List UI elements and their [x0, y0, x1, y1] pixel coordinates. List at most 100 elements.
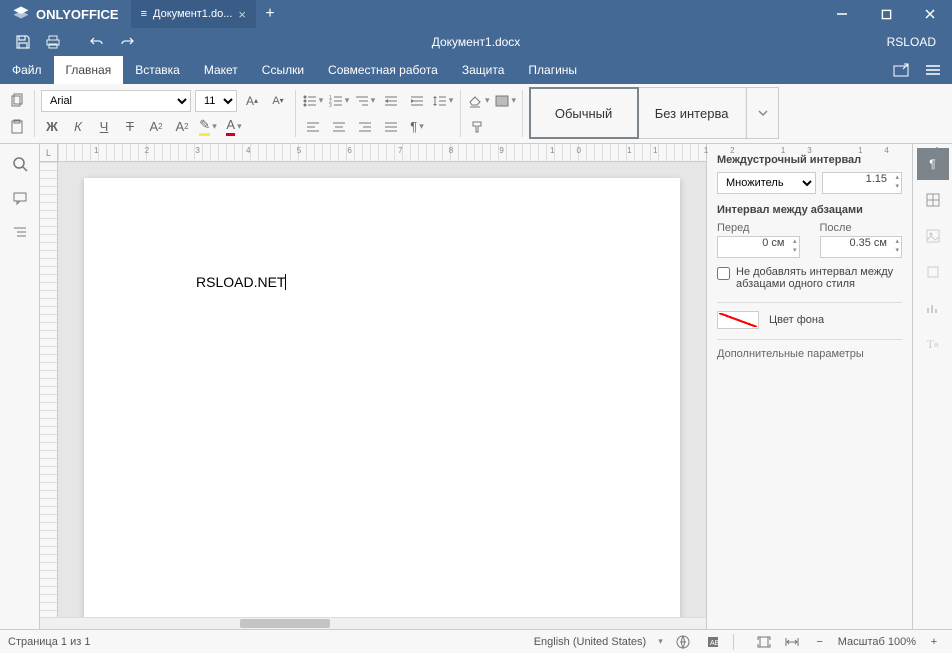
- document-page[interactable]: RSLOAD.NET: [84, 178, 680, 617]
- menu-layout[interactable]: Макет: [192, 56, 250, 84]
- underline-button[interactable]: Ч: [93, 116, 115, 138]
- window-maximize-button[interactable]: [864, 0, 908, 28]
- decrease-font-button[interactable]: A▾: [267, 90, 289, 112]
- align-justify-button[interactable]: [380, 116, 402, 138]
- zoom-out-button[interactable]: −: [810, 632, 830, 652]
- ruler-vertical[interactable]: [40, 162, 58, 617]
- ruler-horizontal[interactable]: 1 2 3 4 5 6 7 8 9 10 11 12 13 14 15 16 1…: [58, 144, 706, 162]
- tab-close-icon[interactable]: ×: [238, 7, 246, 22]
- before-label: Перед: [717, 222, 800, 234]
- align-right-button[interactable]: [354, 116, 376, 138]
- document-text: RSLOAD.NET: [196, 274, 286, 290]
- styles-gallery[interactable]: Обычный Без интерва: [529, 87, 779, 139]
- shape-tab-icon[interactable]: [917, 256, 949, 288]
- document-tab-title: Документ1.do...: [153, 8, 232, 20]
- decrease-indent-button[interactable]: [380, 90, 402, 112]
- comments-icon[interactable]: [6, 184, 34, 212]
- doc-icon: ≡: [141, 8, 147, 20]
- onlyoffice-icon: [12, 5, 30, 23]
- open-location-icon[interactable]: [888, 58, 914, 82]
- font-size-select[interactable]: 11: [195, 90, 237, 112]
- zoom-in-button[interactable]: +: [924, 632, 944, 652]
- para-spacing-heading: Интервал между абзацами: [717, 204, 902, 216]
- language-selector[interactable]: English (United States): [534, 636, 647, 648]
- font-color-button[interactable]: A▾: [223, 116, 245, 138]
- ruler-corner: L: [40, 144, 58, 162]
- line-spacing-button[interactable]: ▾: [432, 90, 454, 112]
- strikethrough-button[interactable]: Т: [119, 116, 141, 138]
- chevron-down-icon: ▾: [658, 636, 663, 647]
- before-spacing-input[interactable]: 0 см: [717, 236, 800, 258]
- tracking-icon[interactable]: ABC: [703, 632, 723, 652]
- after-spacing-input[interactable]: 0.35 см: [820, 236, 903, 258]
- image-tab-icon[interactable]: [917, 220, 949, 252]
- nonprinting-button[interactable]: ¶▾: [406, 116, 428, 138]
- menu-collaboration[interactable]: Совместная работа: [316, 56, 450, 84]
- increase-indent-button[interactable]: [406, 90, 428, 112]
- numbering-button[interactable]: 123▾: [328, 90, 350, 112]
- copy-button[interactable]: [6, 90, 28, 112]
- headings-icon[interactable]: [6, 218, 34, 246]
- new-tab-button[interactable]: +: [256, 0, 284, 28]
- spellcheck-icon[interactable]: [673, 632, 693, 652]
- app-logo: ONLYOFFICE: [0, 5, 131, 23]
- same-style-label: Не добавлять интервал между абзацами одн…: [736, 266, 902, 290]
- font-name-select[interactable]: Arial: [41, 90, 191, 112]
- superscript-button[interactable]: A2: [145, 116, 167, 138]
- shading-button[interactable]: ▾: [494, 90, 517, 112]
- document-title: Документ1.docx: [432, 35, 521, 49]
- after-label: После: [820, 222, 903, 234]
- svg-text:ABC: ABC: [710, 640, 720, 647]
- italic-button[interactable]: К: [67, 116, 89, 138]
- page-info[interactable]: Страница 1 из 1: [8, 636, 90, 648]
- menu-protection[interactable]: Защита: [450, 56, 517, 84]
- scrollbar-thumb[interactable]: [240, 619, 330, 628]
- search-icon[interactable]: [6, 150, 34, 178]
- bg-color-swatch[interactable]: [717, 311, 759, 329]
- save-button[interactable]: [8, 30, 38, 54]
- window-minimize-button[interactable]: [820, 0, 864, 28]
- menu-file[interactable]: Файл: [0, 56, 54, 84]
- fit-width-icon[interactable]: [782, 632, 802, 652]
- fit-page-icon[interactable]: [754, 632, 774, 652]
- document-tab[interactable]: ≡ Документ1.do... ×: [131, 0, 256, 28]
- increase-font-button[interactable]: A▴: [241, 90, 263, 112]
- undo-button[interactable]: [82, 30, 112, 54]
- redo-button[interactable]: [112, 30, 142, 54]
- svg-text:3: 3: [329, 103, 332, 107]
- clear-style-button[interactable]: ▾: [467, 90, 490, 112]
- subscript-button[interactable]: A2: [171, 116, 193, 138]
- zoom-label[interactable]: Масштаб 100%: [838, 636, 916, 648]
- multilevel-button[interactable]: ▾: [354, 90, 376, 112]
- window-close-button[interactable]: [908, 0, 952, 28]
- bold-button[interactable]: Ж: [41, 116, 63, 138]
- line-spacing-value-input[interactable]: 1.15: [822, 172, 902, 194]
- table-tab-icon[interactable]: [917, 184, 949, 216]
- view-settings-icon[interactable]: [920, 58, 946, 82]
- copy-style-button[interactable]: [467, 116, 489, 138]
- scrollbar-horizontal[interactable]: [40, 617, 706, 629]
- chart-tab-icon[interactable]: [917, 292, 949, 324]
- menu-insert[interactable]: Вставка: [123, 56, 192, 84]
- highlight-button[interactable]: ✎▾: [197, 116, 219, 138]
- document-canvas[interactable]: RSLOAD.NET: [58, 162, 706, 617]
- line-spacing-heading: Междустрочный интервал: [717, 154, 902, 166]
- styles-expand-button[interactable]: [746, 88, 778, 138]
- style-normal[interactable]: Обычный: [530, 88, 638, 138]
- same-style-checkbox[interactable]: [717, 267, 730, 280]
- bg-color-label: Цвет фона: [769, 314, 824, 326]
- advanced-link[interactable]: Дополнительные параметры: [717, 348, 902, 360]
- bullets-button[interactable]: ▾: [302, 90, 324, 112]
- align-center-button[interactable]: [328, 116, 350, 138]
- brand-text: ONLYOFFICE: [36, 7, 119, 22]
- menu-references[interactable]: Ссылки: [250, 56, 316, 84]
- line-spacing-mode-select[interactable]: Множитель: [717, 172, 816, 194]
- user-name[interactable]: RSLOAD: [879, 35, 944, 49]
- print-button[interactable]: [38, 30, 68, 54]
- textart-tab-icon[interactable]: Ta: [917, 328, 949, 360]
- paste-button[interactable]: [6, 116, 28, 138]
- menu-plugins[interactable]: Плагины: [516, 56, 589, 84]
- align-left-button[interactable]: [302, 116, 324, 138]
- menu-home[interactable]: Главная: [54, 56, 124, 84]
- style-no-spacing[interactable]: Без интерва: [638, 88, 746, 138]
